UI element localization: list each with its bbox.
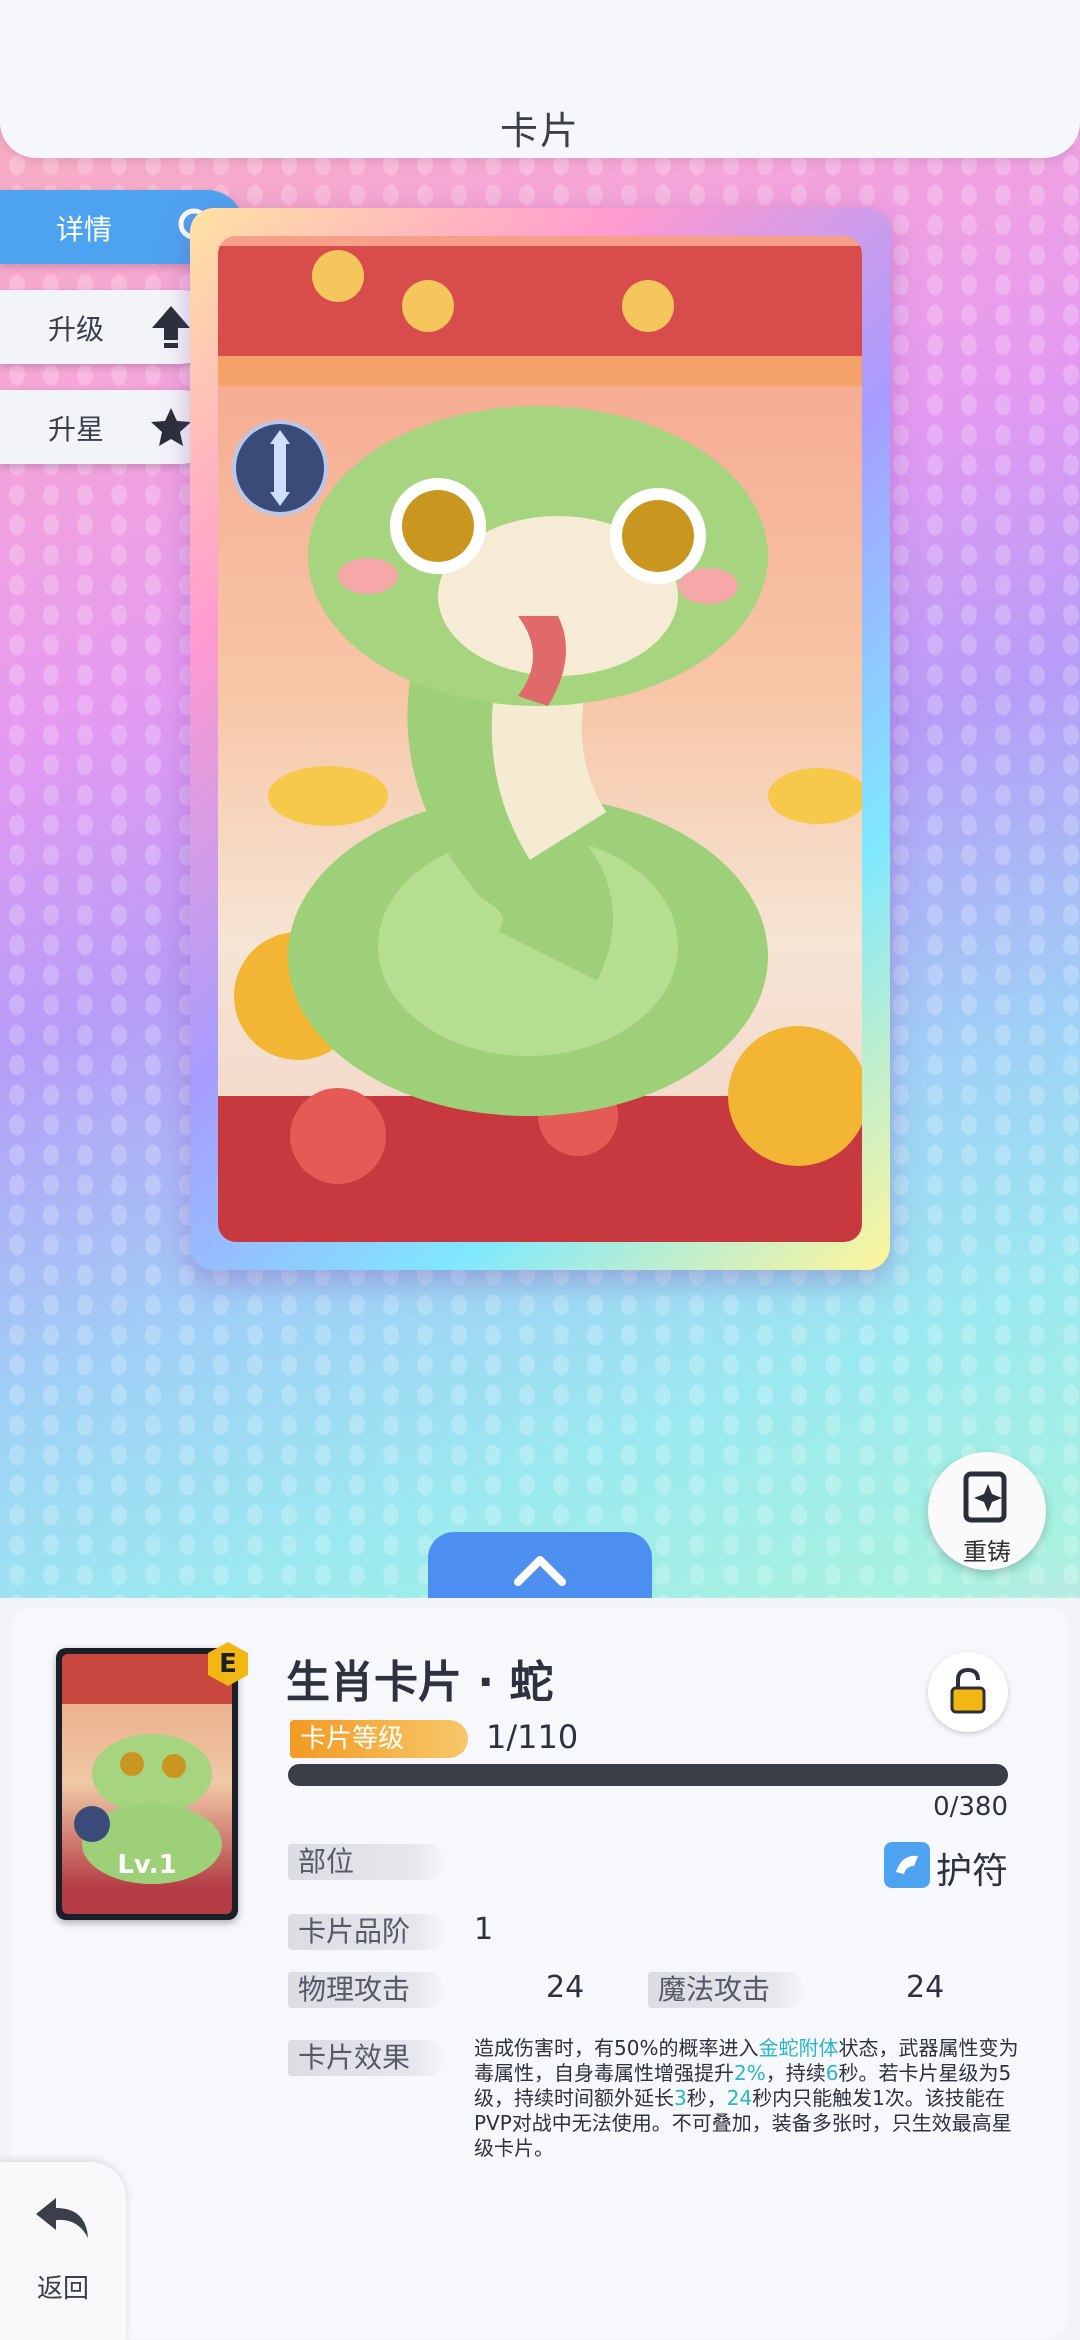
sparkle-card-icon	[963, 1471, 1007, 1523]
quality-label: 卡片品阶	[288, 1914, 446, 1950]
lock-button[interactable]	[928, 1652, 1008, 1732]
card-thumbnail[interactable]: Lv.1	[56, 1648, 238, 1920]
top-bar: 卡片	[0, 0, 1080, 158]
arrow-up-icon	[152, 306, 190, 348]
card-name: 生肖卡片 · 蛇	[286, 1657, 554, 1708]
tab-star-up-label: 升星	[48, 413, 105, 446]
unlock-icon	[950, 1668, 986, 1714]
phys-attack-label: 物理攻击	[288, 1972, 446, 2008]
star-icon	[151, 408, 191, 446]
rebuild-button[interactable]: 重铸	[928, 1452, 1046, 1570]
amulet-icon	[884, 1842, 930, 1888]
exp-progress-text: 0/380	[933, 1792, 1008, 1822]
page-title: 卡片	[499, 109, 580, 153]
effect-description: 造成伤害时，有50%的概率进入金蛇附体状态，武器属性变为毒属性，自身毒属性增强提…	[474, 2036, 1019, 2160]
snake-illustration	[218, 246, 862, 1242]
magic-attack-value: 24	[906, 1970, 945, 2005]
level-value: 1/110	[486, 1718, 579, 1756]
phys-attack-value: 24	[546, 1970, 585, 2005]
thumbnail-level: Lv.1	[117, 1850, 177, 1880]
back-label: 返回	[36, 2274, 89, 2304]
chevron-up-icon	[514, 1556, 566, 1586]
rebuild-label: 重铸	[963, 1538, 1011, 1566]
slot-label: 部位	[288, 1844, 446, 1880]
slot-value: 护符	[936, 1851, 1009, 1892]
tab-upgrade-label: 升级	[48, 313, 105, 346]
back-button[interactable]: 返回	[0, 2162, 126, 2340]
tab-upgrade[interactable]: 升级	[0, 290, 218, 364]
exp-progress-bar	[288, 1764, 1008, 1786]
effect-label: 卡片效果	[288, 2040, 446, 2076]
level-label: 卡片等级	[290, 1720, 468, 1758]
quality-value: 1	[474, 1912, 494, 1947]
card-thumbnail-art: Lv.1	[62, 1654, 232, 1914]
tab-star-up[interactable]: 升星	[0, 390, 218, 464]
card-illustration	[218, 236, 862, 1242]
back-arrow-icon	[36, 2198, 88, 2238]
magic-attack-label: 魔法攻击	[648, 1972, 806, 2008]
weapon-type-icon	[232, 420, 328, 516]
card-artwork	[190, 208, 890, 1270]
tab-details-label: 详情	[56, 213, 113, 246]
